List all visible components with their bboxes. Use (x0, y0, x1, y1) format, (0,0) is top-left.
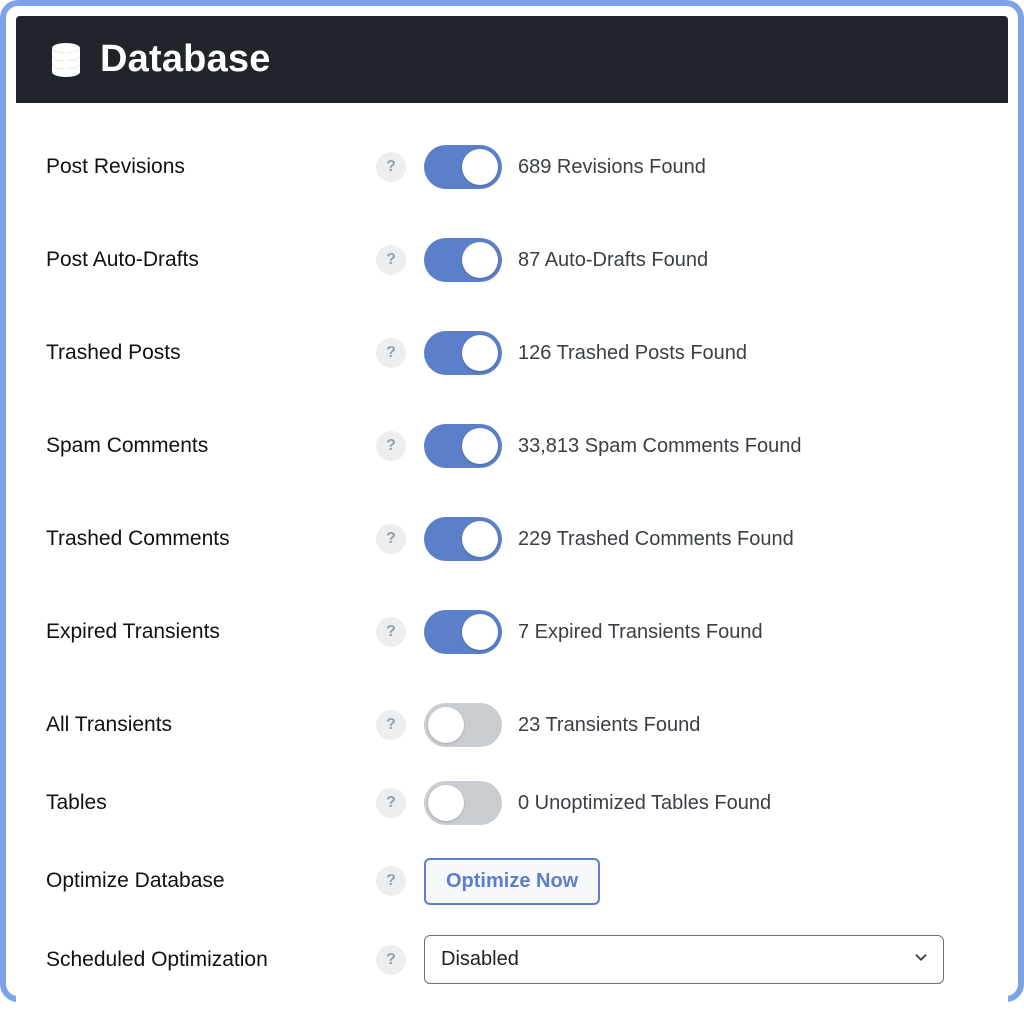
status-spam-comments: 33,813 Spam Comments Found (518, 435, 802, 458)
toggle-post-revisions[interactable] (424, 145, 502, 189)
toggle-trashed-posts[interactable] (424, 331, 502, 375)
row-trashed-comments: Trashed Comments ? 229 Trashed Comments … (46, 515, 978, 563)
toggle-trashed-comments[interactable] (424, 517, 502, 561)
help-icon[interactable]: ? (376, 788, 406, 818)
help-icon[interactable]: ? (376, 431, 406, 461)
row-expired-transients: Expired Transients ? 7 Expired Transient… (46, 608, 978, 656)
label-optimize-database: Optimize Database (46, 869, 376, 893)
label-post-auto-drafts: Post Auto-Drafts (46, 248, 376, 272)
row-spam-comments: Spam Comments ? 33,813 Spam Comments Fou… (46, 422, 978, 470)
help-icon[interactable]: ? (376, 617, 406, 647)
panel-body: Post Revisions ? 689 Revisions Found Pos… (16, 103, 1008, 1014)
row-trashed-posts: Trashed Posts ? 126 Trashed Posts Found (46, 329, 978, 377)
help-icon[interactable]: ? (376, 866, 406, 896)
status-trashed-comments: 229 Trashed Comments Found (518, 528, 794, 551)
panel-title: Database (100, 38, 271, 81)
panel-header: Database (16, 16, 1008, 103)
row-all-transients: All Transients ? 23 Transients Found (46, 701, 978, 749)
row-scheduled-optimization: Scheduled Optimization ? Disabled (46, 935, 978, 984)
label-post-revisions: Post Revisions (46, 155, 376, 179)
database-panel: Database Post Revisions ? 689 Revisions … (16, 16, 1008, 1014)
status-all-transients: 23 Transients Found (518, 714, 700, 737)
label-spam-comments: Spam Comments (46, 434, 376, 458)
row-tables: Tables ? 0 Unoptimized Tables Found (46, 779, 978, 827)
label-trashed-comments: Trashed Comments (46, 527, 376, 551)
label-trashed-posts: Trashed Posts (46, 341, 376, 365)
row-post-auto-drafts: Post Auto-Drafts ? 87 Auto-Drafts Found (46, 236, 978, 284)
toggle-spam-comments[interactable] (424, 424, 502, 468)
label-scheduled-optimization: Scheduled Optimization (46, 948, 376, 972)
outer-frame: Database Post Revisions ? 689 Revisions … (0, 0, 1024, 1002)
row-optimize-database: Optimize Database ? Optimize Now (46, 857, 978, 905)
help-icon[interactable]: ? (376, 152, 406, 182)
status-tables: 0 Unoptimized Tables Found (518, 792, 771, 815)
scheduled-optimization-value[interactable]: Disabled (424, 935, 944, 984)
status-trashed-posts: 126 Trashed Posts Found (518, 342, 747, 365)
label-all-transients: All Transients (46, 713, 376, 737)
help-icon[interactable]: ? (376, 245, 406, 275)
toggle-post-auto-drafts[interactable] (424, 238, 502, 282)
status-expired-transients: 7 Expired Transients Found (518, 621, 763, 644)
status-post-auto-drafts: 87 Auto-Drafts Found (518, 249, 708, 272)
database-icon (50, 42, 82, 78)
label-tables: Tables (46, 791, 376, 815)
label-expired-transients: Expired Transients (46, 620, 376, 644)
status-post-revisions: 689 Revisions Found (518, 156, 706, 179)
help-icon[interactable]: ? (376, 338, 406, 368)
scheduled-optimization-select[interactable]: Disabled (424, 935, 944, 984)
row-post-revisions: Post Revisions ? 689 Revisions Found (46, 143, 978, 191)
help-icon[interactable]: ? (376, 945, 406, 975)
toggle-all-transients[interactable] (424, 703, 502, 747)
optimize-now-button[interactable]: Optimize Now (424, 858, 600, 905)
help-icon[interactable]: ? (376, 524, 406, 554)
help-icon[interactable]: ? (376, 710, 406, 740)
toggle-expired-transients[interactable] (424, 610, 502, 654)
toggle-tables[interactable] (424, 781, 502, 825)
